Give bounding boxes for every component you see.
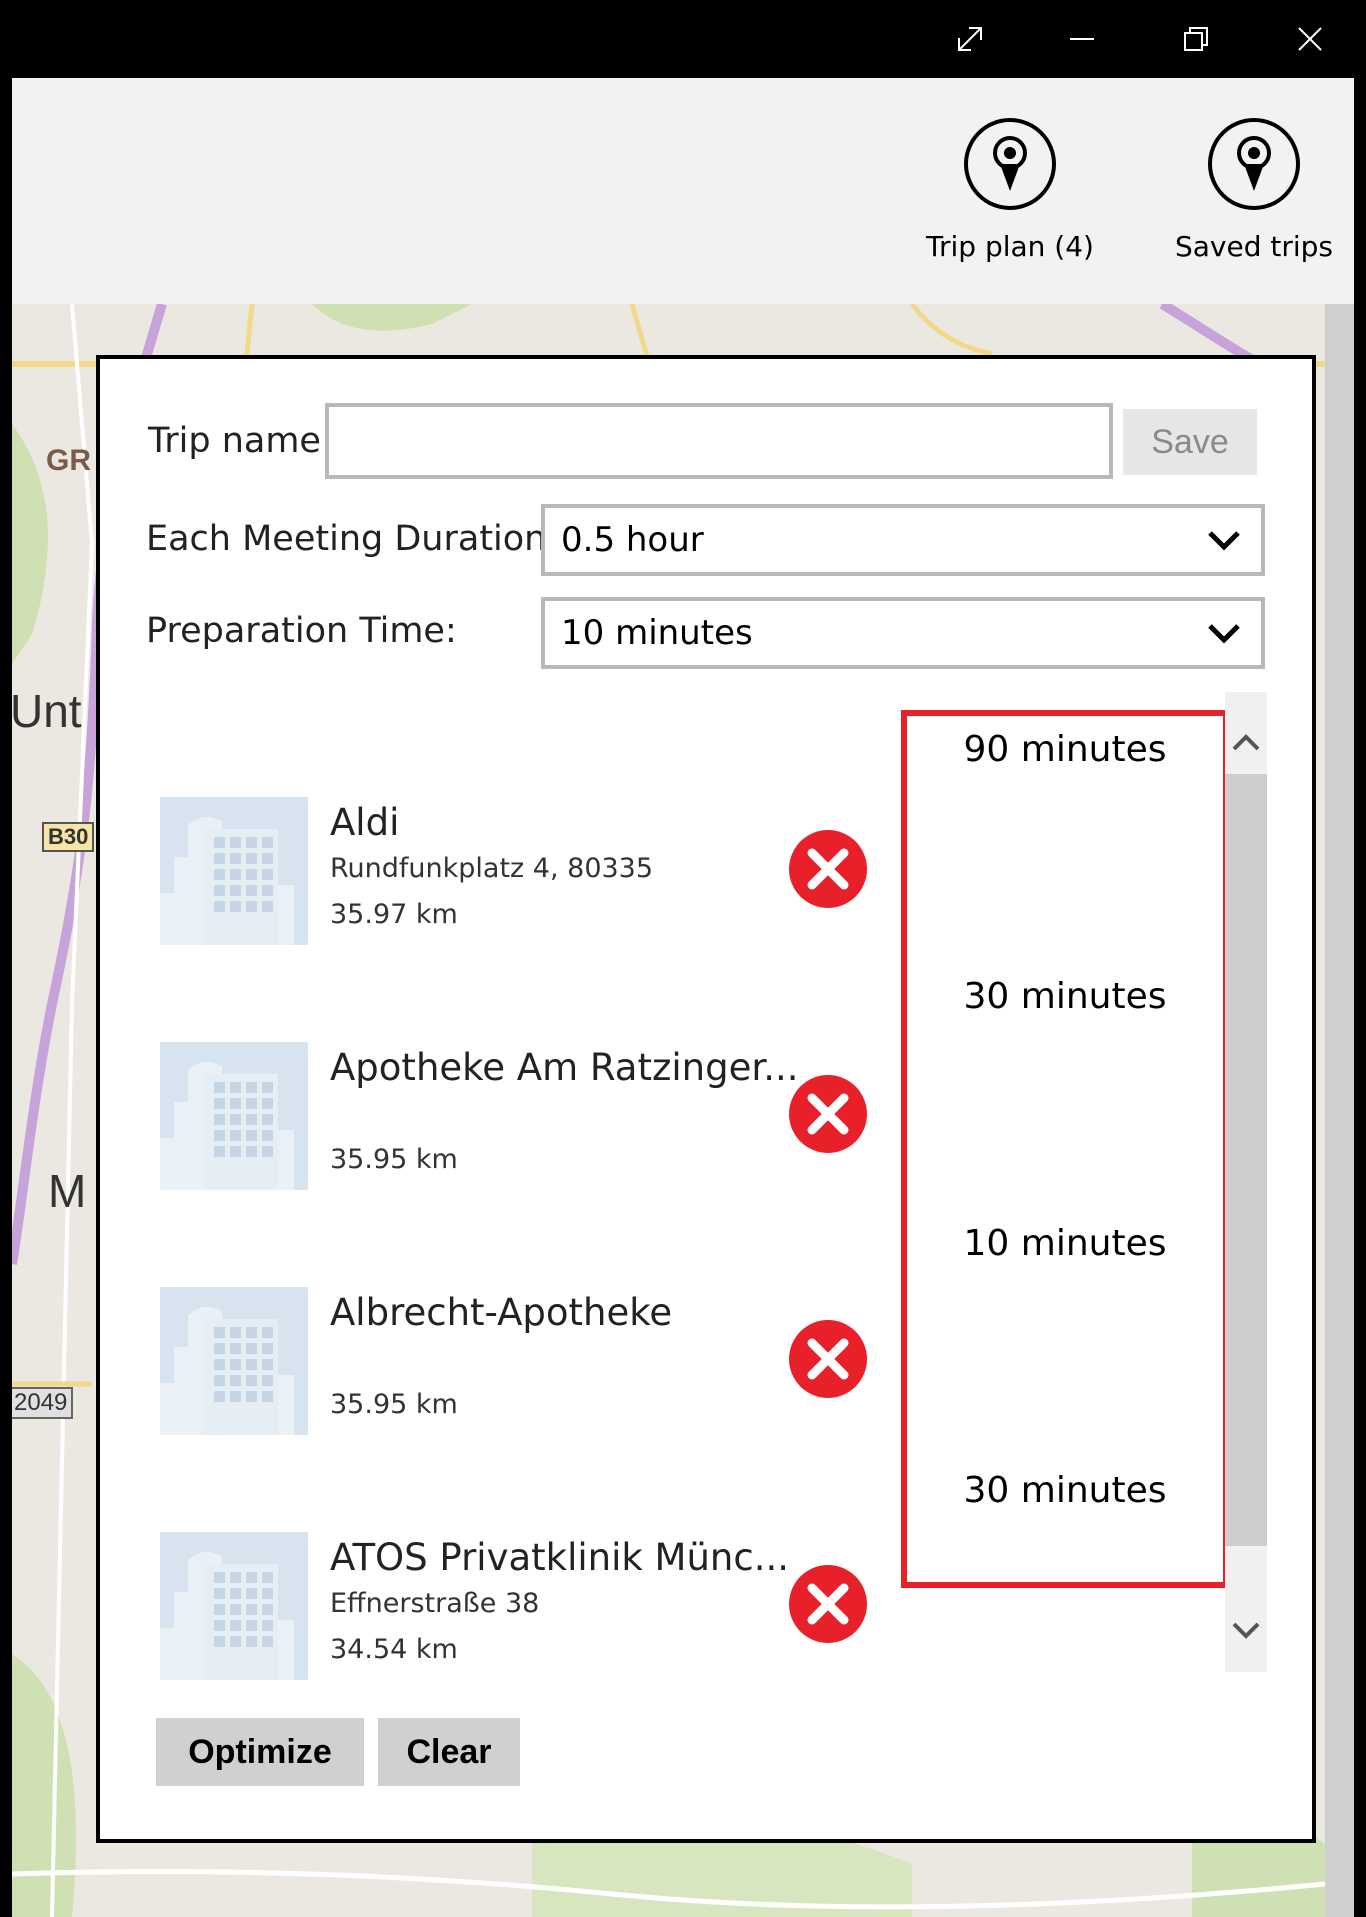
close-icon[interactable] — [1280, 14, 1340, 64]
map-pin-icon — [1208, 118, 1300, 210]
remove-stop-icon[interactable] — [788, 1564, 868, 1644]
meeting-duration-value: 0.5 hour — [561, 520, 704, 560]
prep-time-label: Preparation Time: — [146, 611, 457, 651]
remove-stop-icon[interactable] — [788, 1319, 868, 1399]
page-scrollbar[interactable] — [1325, 304, 1354, 1917]
trip-plan-label: Trip plan (4) — [926, 230, 1094, 263]
chevron-up-icon[interactable] — [1231, 728, 1261, 758]
building-icon — [160, 1287, 308, 1435]
list-item[interactable]: Apotheke Am Ratzinger... 35.95 km — [160, 1042, 798, 1192]
expand-icon[interactable] — [940, 14, 1000, 64]
command-bar: Trip plan (4) Saved trips — [12, 78, 1354, 304]
map-label: M — [48, 1165, 87, 1217]
minimize-icon[interactable] — [1052, 14, 1112, 64]
stop-distance: 34.54 km — [330, 1634, 458, 1665]
map-label: 2049 — [12, 1387, 74, 1419]
chevron-down-icon — [1208, 531, 1240, 551]
stop-address: Rundfunkplatz 4, 80335 — [330, 853, 654, 884]
list-scrollbar[interactable] — [1225, 692, 1267, 1672]
stop-duration[interactable]: 30 minutes — [901, 976, 1229, 1017]
list-item[interactable]: ATOS Privatklinik Münc... Effnerstraße 3… — [160, 1532, 789, 1682]
clear-button[interactable]: Clear — [378, 1718, 520, 1786]
trip-name-input[interactable] — [325, 403, 1113, 479]
remove-stop-icon[interactable] — [788, 829, 868, 909]
stop-name: ATOS Privatklinik Münc... — [330, 1536, 789, 1579]
building-icon — [160, 1532, 308, 1680]
stop-name: Apotheke Am Ratzinger... — [330, 1046, 799, 1089]
map-label: GR — [46, 444, 91, 477]
building-icon — [160, 797, 308, 945]
stop-duration[interactable]: 90 minutes — [901, 729, 1229, 770]
saved-trips-label: Saved trips — [1174, 230, 1334, 263]
optimize-button[interactable]: Optimize — [156, 1718, 364, 1786]
window-title-bar — [0, 0, 1366, 78]
stop-name: Aldi — [330, 801, 400, 844]
building-icon — [160, 1042, 308, 1190]
map-label: B30 — [42, 822, 95, 852]
restore-icon[interactable] — [1166, 14, 1226, 64]
prep-time-value: 10 minutes — [561, 613, 753, 653]
stop-distance: 35.95 km — [330, 1389, 458, 1420]
stop-name: Albrecht-Apotheke — [330, 1291, 673, 1334]
list-item[interactable]: Albrecht-Apotheke 35.95 km — [160, 1287, 780, 1437]
trip-plan-button[interactable]: Trip plan (4) — [925, 118, 1095, 263]
meeting-duration-select[interactable]: 0.5 hour — [541, 504, 1265, 576]
save-button[interactable]: Save — [1123, 409, 1257, 475]
trip-name-label: Trip name: — [148, 421, 333, 461]
scrollbar-thumb[interactable] — [1225, 774, 1267, 1546]
saved-trips-button[interactable]: Saved trips — [1169, 118, 1339, 263]
chevron-down-icon[interactable] — [1231, 1615, 1261, 1645]
stop-address: Effnerstraße 38 — [330, 1588, 540, 1619]
list-item[interactable]: Aldi Rundfunkplatz 4, 80335 35.97 km — [160, 797, 780, 947]
stop-duration[interactable]: 10 minutes — [901, 1223, 1229, 1264]
stop-distance: 35.95 km — [330, 1144, 458, 1175]
stop-duration[interactable]: 30 minutes — [901, 1470, 1229, 1511]
meeting-duration-label: Each Meeting Duration: — [146, 519, 559, 559]
stop-distance: 35.97 km — [330, 899, 458, 930]
map-label: Unt — [12, 685, 82, 737]
chevron-down-icon — [1208, 624, 1240, 644]
remove-stop-icon[interactable] — [788, 1074, 868, 1154]
trip-plan-dialog: Trip name: Save Each Meeting Duration: 0… — [96, 355, 1316, 1843]
map-pin-icon — [964, 118, 1056, 210]
prep-time-select[interactable]: 10 minutes — [541, 597, 1265, 669]
duration-highlight — [901, 710, 1229, 1588]
